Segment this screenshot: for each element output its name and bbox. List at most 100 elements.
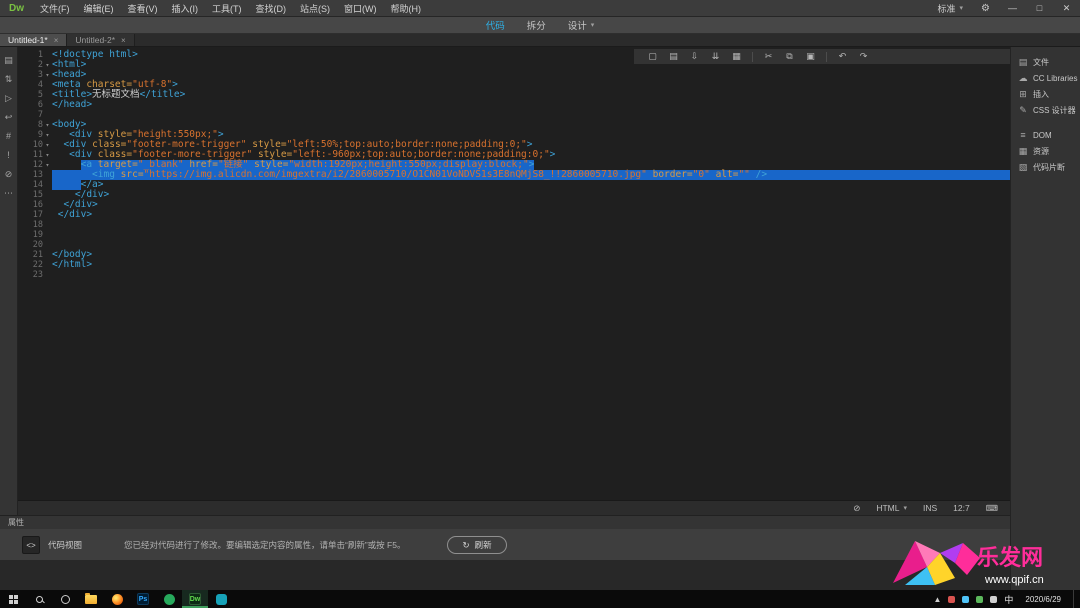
menu-item-help[interactable]: 帮助(H) (384, 0, 429, 16)
tray-app-green-icon[interactable] (976, 596, 983, 603)
print-code-icon[interactable]: ▦ (726, 51, 747, 62)
close-tab-icon[interactable]: × (54, 36, 59, 45)
fold-arrow-icon[interactable]: ▾ (43, 130, 52, 140)
minimize-button[interactable]: — (999, 0, 1026, 16)
menu-item-find[interactable]: 查找(D) (249, 0, 294, 16)
line-numbers-icon[interactable]: # (2, 132, 16, 141)
properties-header[interactable]: 属性 (0, 516, 1010, 529)
clock-date[interactable]: 2020/6/29 (1020, 595, 1066, 604)
menu-bar: 文件(F)编辑(E)查看(V)插入(I)工具(T)查找(D)站点(S)窗口(W)… (33, 0, 428, 16)
taskbar-search-button[interactable] (26, 590, 52, 608)
close-tab-icon[interactable]: × (121, 36, 126, 45)
file-management-icon[interactable]: ⇅ (2, 75, 16, 84)
taskbar-explorer-button[interactable] (78, 590, 104, 608)
save-all-icon[interactable]: ⇊ (705, 51, 726, 62)
maximize-button[interactable]: □ (1026, 0, 1053, 16)
more-options-icon[interactable]: ⋯ (2, 189, 16, 198)
show-desktop-button[interactable] (1073, 590, 1077, 608)
insert-mode-indicator: INS (923, 503, 937, 513)
menu-item-site[interactable]: 站点(S) (293, 0, 337, 16)
code-line-text[interactable] (52, 110, 1010, 120)
code-line-text[interactable]: </html> (52, 260, 1010, 270)
code-line: 14 </a> (18, 180, 1010, 190)
fold-arrow-icon[interactable]: ▾ (43, 160, 52, 170)
panel-tab-files[interactable]: ▤文件 (1011, 54, 1080, 70)
highlight-invalid-code-icon[interactable]: ! (2, 151, 16, 160)
taskbar-start-button[interactable] (0, 590, 26, 608)
fold-arrow-icon[interactable]: ▾ (43, 70, 52, 80)
panel-tab-dom[interactable]: ≡DOM (1011, 127, 1080, 143)
tray-app-white-icon[interactable] (990, 596, 997, 603)
code-line-text[interactable] (52, 230, 1010, 240)
redo-icon[interactable]: ↷ (853, 51, 874, 62)
doc-tab-2[interactable]: Untitled-2* × (67, 34, 134, 46)
menu-item-insert[interactable]: 插入(I) (165, 0, 206, 16)
paste-icon[interactable]: ▣ (800, 51, 821, 62)
code-line-text[interactable] (52, 270, 1010, 280)
save-icon[interactable]: ⇩ (684, 51, 705, 62)
code-line-text[interactable]: <head> (52, 70, 1010, 80)
open-file-icon[interactable]: ▤ (663, 51, 684, 62)
panel-tab-css-designer[interactable]: ✎CSS 设计器 (1011, 102, 1080, 118)
code-line: 20 (18, 240, 1010, 250)
menu-item-edit[interactable]: 编辑(E) (77, 0, 121, 16)
code-line: 16 </div> (18, 200, 1010, 210)
code-line-text[interactable] (52, 240, 1010, 250)
panel-tab-insert[interactable]: ⊞插入 (1011, 86, 1080, 102)
doc-type-indicator[interactable]: HTML ▾ (876, 503, 907, 513)
gear-icon[interactable]: ⚙ (972, 3, 999, 14)
code-line-text[interactable]: <img src="https://img.alicdn.com/imgextr… (52, 170, 1010, 180)
taskbar-photoshop-button[interactable]: Ps (130, 590, 156, 608)
live-code-icon[interactable]: ▷ (2, 94, 16, 103)
fold-arrow-icon[interactable]: ▾ (43, 120, 52, 130)
copy-icon[interactable]: ⧉ (779, 51, 800, 62)
code-line-text[interactable]: <title>无标题文档</title> (52, 90, 1010, 100)
code-line-text[interactable]: </div> (52, 190, 1010, 200)
taskbar-chat-app-button[interactable] (208, 590, 234, 608)
line-number: 21 (33, 250, 43, 260)
menu-item-window[interactable]: 窗口(W) (337, 0, 384, 16)
panel-tab-snippets[interactable]: ▧代码片断 (1011, 159, 1080, 175)
taskbar-green-app-button[interactable] (156, 590, 182, 608)
fold-arrow-icon[interactable]: ▾ (43, 150, 52, 160)
ime-indicator[interactable]: 中 (1004, 593, 1013, 606)
tray-app-red-icon[interactable] (948, 596, 955, 603)
panel-tab-cc-libraries[interactable]: ☁CC Libraries (1011, 70, 1080, 86)
cut-icon[interactable]: ✂ (758, 51, 779, 62)
taskbar-dreamweaver-button[interactable]: Dw (182, 590, 208, 608)
fold-arrow-icon[interactable]: ▾ (43, 140, 52, 150)
code-editor[interactable]: 1<!doctype html>2▾<html>3▾<head>4<meta c… (18, 47, 1010, 500)
view-tab-design[interactable]: 设计▾ (557, 17, 606, 33)
fold-arrow-icon[interactable]: ▾ (43, 60, 52, 70)
panel-tab-assets[interactable]: ▦资源 (1011, 143, 1080, 159)
tray-app-blue-icon[interactable] (962, 596, 969, 603)
tray-expand-icon[interactable]: ▲ (933, 595, 941, 604)
status-bar: ⊘ HTML ▾ INS 12:7 ⌨ (18, 500, 1010, 515)
code-line-text[interactable]: </div> (52, 200, 1010, 210)
word-wrap-icon[interactable]: ↩ (2, 113, 16, 122)
doc-tab-1[interactable]: Untitled-1*× (0, 34, 67, 46)
menu-item-tools[interactable]: 工具(T) (205, 0, 249, 16)
syntax-error-alerts-icon[interactable]: ⊘ (2, 170, 16, 179)
code-line-text[interactable]: <meta charset="utf-8"> (52, 80, 1010, 90)
close-button[interactable]: ✕ (1053, 0, 1080, 16)
code-line-text[interactable]: </div> (52, 210, 1010, 220)
keyboard-icon[interactable]: ⌨ (986, 503, 998, 514)
taskbar-firefox-button[interactable] (104, 590, 130, 608)
refresh-button[interactable]: ↻ 刷新 (447, 536, 506, 554)
taskbar-cortana-button[interactable] (52, 590, 78, 608)
workspace-switcher[interactable]: 标准 ▾ (929, 2, 973, 15)
undo-icon[interactable]: ↶ (832, 51, 853, 62)
code-line-text[interactable]: </body> (52, 250, 1010, 260)
open-documents-icon[interactable]: ▤ (2, 56, 16, 65)
code-line-text[interactable] (52, 220, 1010, 230)
view-tab-split[interactable]: 拆分 (516, 17, 557, 33)
doc-tab-label: Untitled-2* (75, 35, 115, 45)
new-file-icon[interactable]: ▢ (642, 51, 663, 62)
code-line-text[interactable]: </a> (52, 180, 1010, 190)
menu-item-view[interactable]: 查看(V) (121, 0, 165, 16)
line-number: 18 (33, 220, 43, 230)
code-line-text[interactable]: </head> (52, 100, 1010, 110)
view-tab-code[interactable]: 代码 (475, 17, 516, 33)
menu-item-file[interactable]: 文件(F) (33, 0, 77, 16)
